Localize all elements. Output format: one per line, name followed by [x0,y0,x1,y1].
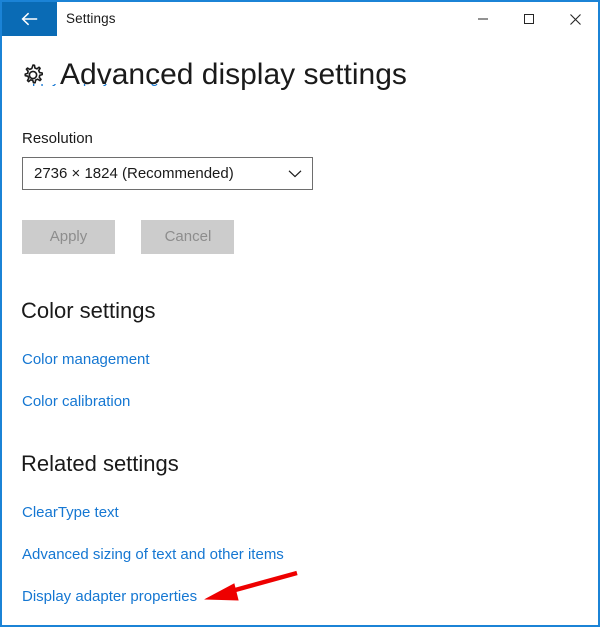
apply-button[interactable]: Apply [22,220,115,254]
close-button[interactable] [552,2,598,36]
related-settings-heading: Related settings [21,451,179,476]
link-display-adapter-properties[interactable]: Display adapter properties [22,588,197,605]
maximize-icon [523,13,535,25]
clipped-link-row[interactable]: Apply display settings [22,84,442,106]
close-icon [569,13,582,26]
title-bar: Settings [2,2,598,38]
settings-content: Advanced display settings Apply display … [2,38,598,625]
link-cleartype-text[interactable]: ClearType text [22,504,119,521]
window-controls [460,2,598,36]
link-advanced-sizing[interactable]: Advanced sizing of text and other items [22,546,284,563]
link-color-management[interactable]: Color management [22,351,150,368]
minimize-button[interactable] [460,2,506,36]
settings-window: Settings Advanced display settings Resol… [0,0,600,627]
back-button[interactable] [2,2,57,36]
back-arrow-icon [20,11,40,27]
clipped-link-label: Apply display settings [22,84,166,87]
resolution-label: Resolution [22,130,93,147]
color-settings-heading: Color settings [21,298,156,323]
window-title: Settings [66,11,116,26]
maximize-button[interactable] [506,2,552,36]
cancel-button[interactable]: Cancel [141,220,235,254]
chevron-down-icon [288,169,302,179]
action-button-row: Apply Cancel [22,220,235,254]
annotation-arrow-icon [204,570,298,601]
minimize-icon [477,13,489,25]
resolution-selected-value: 2736 × 1824 (Recommended) [34,165,234,182]
link-color-calibration[interactable]: Color calibration [22,393,130,410]
resolution-dropdown[interactable]: 2736 × 1824 (Recommended) [22,157,313,190]
